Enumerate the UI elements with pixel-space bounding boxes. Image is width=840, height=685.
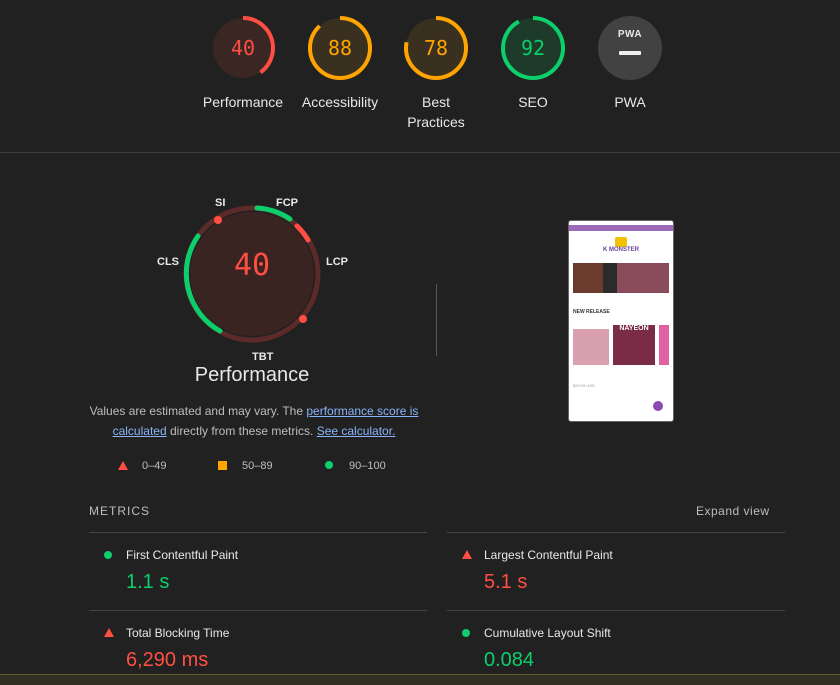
- metric-label-tbt: TBT: [252, 351, 274, 363]
- gauge-label: Performance: [202, 94, 284, 110]
- metric-fcp: First Contentful Paint 1.1 s: [89, 532, 427, 611]
- metric-name: Cumulative Layout Shift: [484, 626, 611, 640]
- product-row: NAYEON: [573, 325, 669, 365]
- pwa-dash-icon: [619, 51, 641, 55]
- gauge-circle: 78: [404, 16, 468, 80]
- site-logo: K MONSTER: [573, 235, 669, 259]
- pass-circle-icon: [104, 551, 112, 559]
- metric-cls: Cumulative Layout Shift 0.084: [447, 610, 785, 675]
- fail-triangle-icon: [462, 550, 472, 559]
- metric-value: 1.1 s: [126, 571, 170, 593]
- triangle-icon: [118, 461, 128, 470]
- gauge-circle: 88: [308, 16, 372, 80]
- pwa-badge-text: PWA: [617, 29, 643, 40]
- pwa-badge-icon: PWA: [598, 16, 662, 80]
- legend-average: 50–89: [218, 460, 273, 472]
- gauge-pwa[interactable]: PWA PWA: [580, 16, 680, 112]
- metric-label-si: SI: [215, 197, 226, 209]
- gauge-circle: 40: [211, 16, 275, 80]
- metric-value: 6,290 ms: [126, 649, 209, 671]
- metric-name: Largest Contentful Paint: [484, 548, 613, 562]
- metric-label-cls: CLS: [157, 256, 179, 268]
- gauge-score: 40: [230, 36, 256, 60]
- metrics-heading: METRICS: [89, 504, 150, 518]
- see-calculator-link[interactable]: See calculator.: [317, 424, 396, 438]
- metric-label-fcp: FCP: [276, 197, 298, 209]
- legend-pass: 90–100: [325, 460, 386, 472]
- final-screenshot[interactable]: K MONSTER NEW RELEASE NAYEON $29.99 USD: [568, 220, 674, 422]
- metric-tbt: Total Blocking Time 6,290 ms: [89, 610, 427, 675]
- gauge-best-practices[interactable]: 78 Best Practices: [386, 16, 486, 132]
- note-text: Values are estimated and may vary. The: [89, 404, 307, 418]
- legend-range: 90–100: [349, 460, 386, 472]
- metric-label-lcp: LCP: [326, 256, 348, 268]
- product-name: NAYEON: [613, 325, 655, 365]
- chat-icon: [653, 401, 663, 411]
- performance-score: 40: [233, 248, 271, 283]
- metric-value: 5.1 s: [484, 571, 528, 593]
- gauge-performance[interactable]: 40 Performance: [193, 16, 293, 112]
- fail-triangle-icon: [104, 628, 114, 637]
- price: $29.99 USD: [573, 383, 595, 388]
- gauge-label: Accessibility: [301, 94, 379, 110]
- metric-value: 0.084: [484, 649, 535, 671]
- footer-bar: [0, 674, 840, 685]
- legend-range: 50–89: [242, 460, 273, 472]
- legend-fail: 0–49: [118, 460, 166, 472]
- gauge-label: Best Practices: [407, 94, 465, 130]
- gauge-accessibility[interactable]: 88 Accessibility: [290, 16, 390, 112]
- gauge-score: 88: [327, 36, 353, 60]
- metric-lcp: Largest Contentful Paint 5.1 s: [447, 532, 785, 611]
- gauge-score: 92: [520, 36, 546, 60]
- pass-circle-icon: [462, 629, 470, 637]
- performance-title: Performance: [194, 364, 310, 386]
- gauge-label: PWA: [614, 94, 646, 110]
- hero-image: [573, 263, 669, 293]
- banner-bar: [569, 225, 673, 231]
- expand-view-button[interactable]: Expand view: [696, 504, 770, 518]
- circle-icon: [325, 461, 333, 469]
- gauge-label: SEO: [518, 94, 548, 110]
- gauge-score: 78: [423, 36, 449, 60]
- metric-name: Total Blocking Time: [126, 626, 230, 640]
- note-text: directly from these metrics.: [166, 424, 317, 438]
- estimate-note: Values are estimated and may vary. The p…: [84, 401, 424, 441]
- gauge-circle: 92: [501, 16, 565, 80]
- section-title: NEW RELEASE: [573, 309, 610, 315]
- legend-range: 0–49: [142, 460, 167, 472]
- logo-text: K MONSTER: [603, 247, 639, 253]
- metric-name: First Contentful Paint: [126, 548, 239, 562]
- divider: [436, 284, 437, 356]
- square-icon: [218, 461, 227, 470]
- gauge-seo[interactable]: 92 SEO: [483, 16, 583, 112]
- category-summary: 40 Performance 88 Accessibility 78 Best …: [0, 0, 840, 153]
